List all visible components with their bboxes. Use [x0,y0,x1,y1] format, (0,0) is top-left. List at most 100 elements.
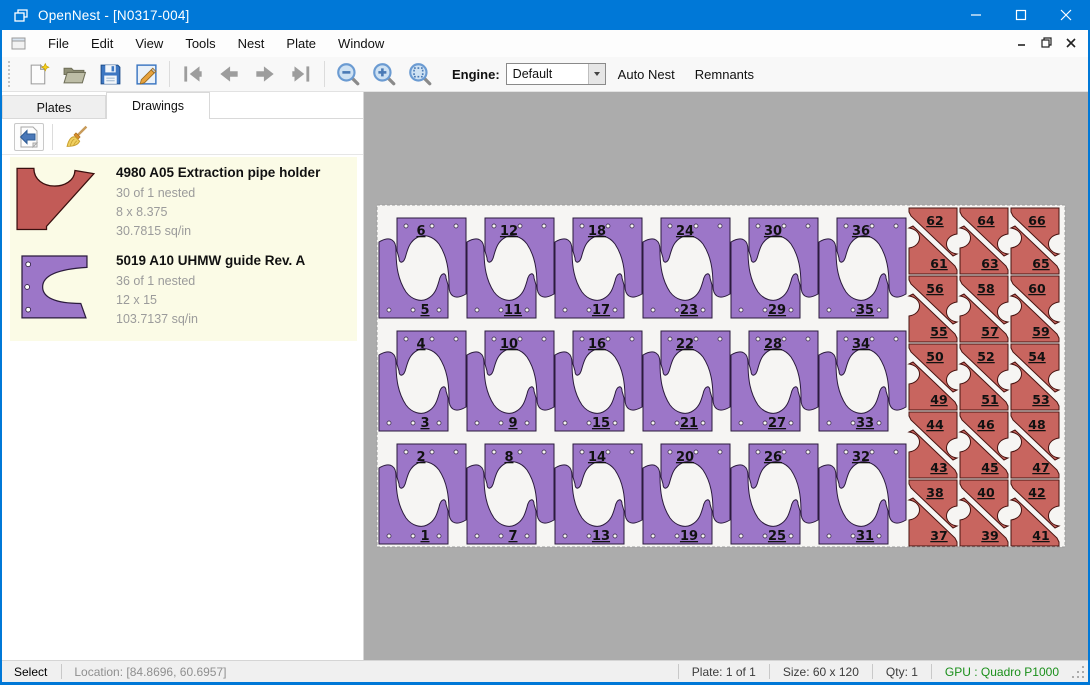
part-number: 33 [856,416,874,431]
menu-plate[interactable]: Plate [275,32,327,55]
remnants-button[interactable]: Remnants [687,62,762,87]
title-bar[interactable]: OpenNest - [N0317-004] [2,0,1088,30]
part-number: 29 [768,303,786,318]
drawing-nested: 30 of 1 nested [116,184,353,203]
part-number: 56 [926,281,944,296]
part-number: 35 [856,303,874,318]
menu-view[interactable]: View [124,32,174,55]
mdi-minimize-button[interactable] [1017,36,1027,51]
part-number: 42 [1028,485,1045,500]
drawing-thumbnail-purple [16,251,116,329]
window-title: OpenNest - [N0317-004] [38,8,189,23]
engine-combobox[interactable]: Default [506,63,606,85]
part-number: 14 [588,450,606,465]
part-number: 45 [981,460,998,475]
part-number: 28 [764,337,782,352]
part-number: 1 [420,529,429,544]
drawing-area: 103.7137 sq/in [116,310,353,329]
maximize-button[interactable] [998,0,1043,30]
app-icon [12,6,30,24]
clear-drawings-button[interactable] [61,123,91,151]
mdi-close-button[interactable] [1066,36,1076,51]
save-button[interactable] [92,59,128,89]
part-number: 11 [504,303,522,318]
menu-nest[interactable]: Nest [227,32,276,55]
menu-file[interactable]: File [37,32,80,55]
chevron-down-icon [594,72,600,76]
zoom-out-button[interactable] [330,59,366,89]
part-number: 59 [1032,324,1049,339]
status-size: Size: 60 x 120 [770,665,872,679]
part-number: 66 [1028,213,1046,228]
resize-grip-icon[interactable] [1072,664,1086,680]
part-number: 55 [930,324,947,339]
part-number: 51 [981,392,998,407]
part-number: 32 [852,450,870,465]
main-area: Plates Drawings [2,92,1088,660]
tab-strip: Plates Drawings [2,92,363,119]
engine-value: Default [507,67,588,81]
engine-dropdown-button[interactable] [588,64,605,84]
next-plate-button[interactable] [247,59,283,89]
minimize-button[interactable] [953,0,998,30]
drawings-toolbar [2,119,363,155]
menu-tools[interactable]: Tools [174,32,226,55]
page-back-arrow-icon [17,125,41,149]
open-button[interactable] [56,59,92,89]
part-number: 22 [676,337,694,352]
part-number: 63 [981,256,998,271]
auto-nest-button[interactable]: Auto Nest [610,62,683,87]
part-number: 13 [592,529,610,544]
part-number: 17 [592,303,610,318]
mdi-document-icon[interactable] [10,35,27,52]
part-number: 54 [1028,349,1046,364]
nest-canvas[interactable]: 6512111817242330293635431091615222128273… [364,92,1088,660]
part-number: 21 [680,416,698,431]
menu-window[interactable]: Window [327,32,395,55]
part-number: 36 [852,224,870,239]
previous-plate-button[interactable] [211,59,247,89]
part-number: 25 [768,529,786,544]
status-location: Location: [84.8696, 60.6957] [62,665,238,679]
drawing-item[interactable]: 4980 A05 Extraction pipe holder 30 of 1 … [16,163,353,241]
part-number: 4 [416,337,425,352]
part-number: 53 [1032,392,1049,407]
drawing-nested: 36 of 1 nested [116,272,353,291]
zoom-fit-button[interactable] [402,59,438,89]
mdi-restore-button[interactable] [1041,36,1052,51]
drawing-size: 8 x 8.375 [116,203,353,222]
drawing-list: 4980 A05 Extraction pipe holder 30 of 1 … [10,157,357,341]
part-number: 62 [926,213,943,228]
main-toolbar: Engine: Default Auto Nest Remnants [2,57,1088,92]
toolbar-separator [169,61,170,87]
drawing-title: 5019 A10 UHMW guide Rev. A [116,253,353,268]
part-number: 34 [852,337,870,352]
part-number: 44 [926,417,944,432]
zoom-in-button[interactable] [366,59,402,89]
part-number: 8 [504,450,513,465]
tab-drawings[interactable]: Drawings [106,92,210,119]
last-plate-button[interactable] [283,59,319,89]
new-button[interactable] [20,59,56,89]
tab-plates[interactable]: Plates [2,95,106,119]
close-button[interactable] [1043,0,1088,30]
save-as-button[interactable] [128,59,164,89]
part-number: 57 [981,324,998,339]
part-number: 19 [680,529,698,544]
part-number: 38 [926,485,943,500]
drawing-size: 12 x 15 [116,291,353,310]
part-number: 10 [500,337,518,352]
part-number: 31 [856,529,874,544]
panel-toolbar-separator [52,124,53,150]
part-number: 40 [977,485,995,500]
part-number: 5 [420,303,429,318]
drawing-item[interactable]: 5019 A10 UHMW guide Rev. A 36 of 1 neste… [16,251,353,329]
part-number: 37 [930,528,947,543]
return-drawing-button[interactable] [14,123,44,151]
first-plate-button[interactable] [175,59,211,89]
menu-edit[interactable]: Edit [80,32,124,55]
part-number: 24 [676,224,694,239]
drawing-title: 4980 A05 Extraction pipe holder [116,165,353,180]
toolbar-grip[interactable] [8,61,14,87]
part-number: 64 [977,213,995,228]
